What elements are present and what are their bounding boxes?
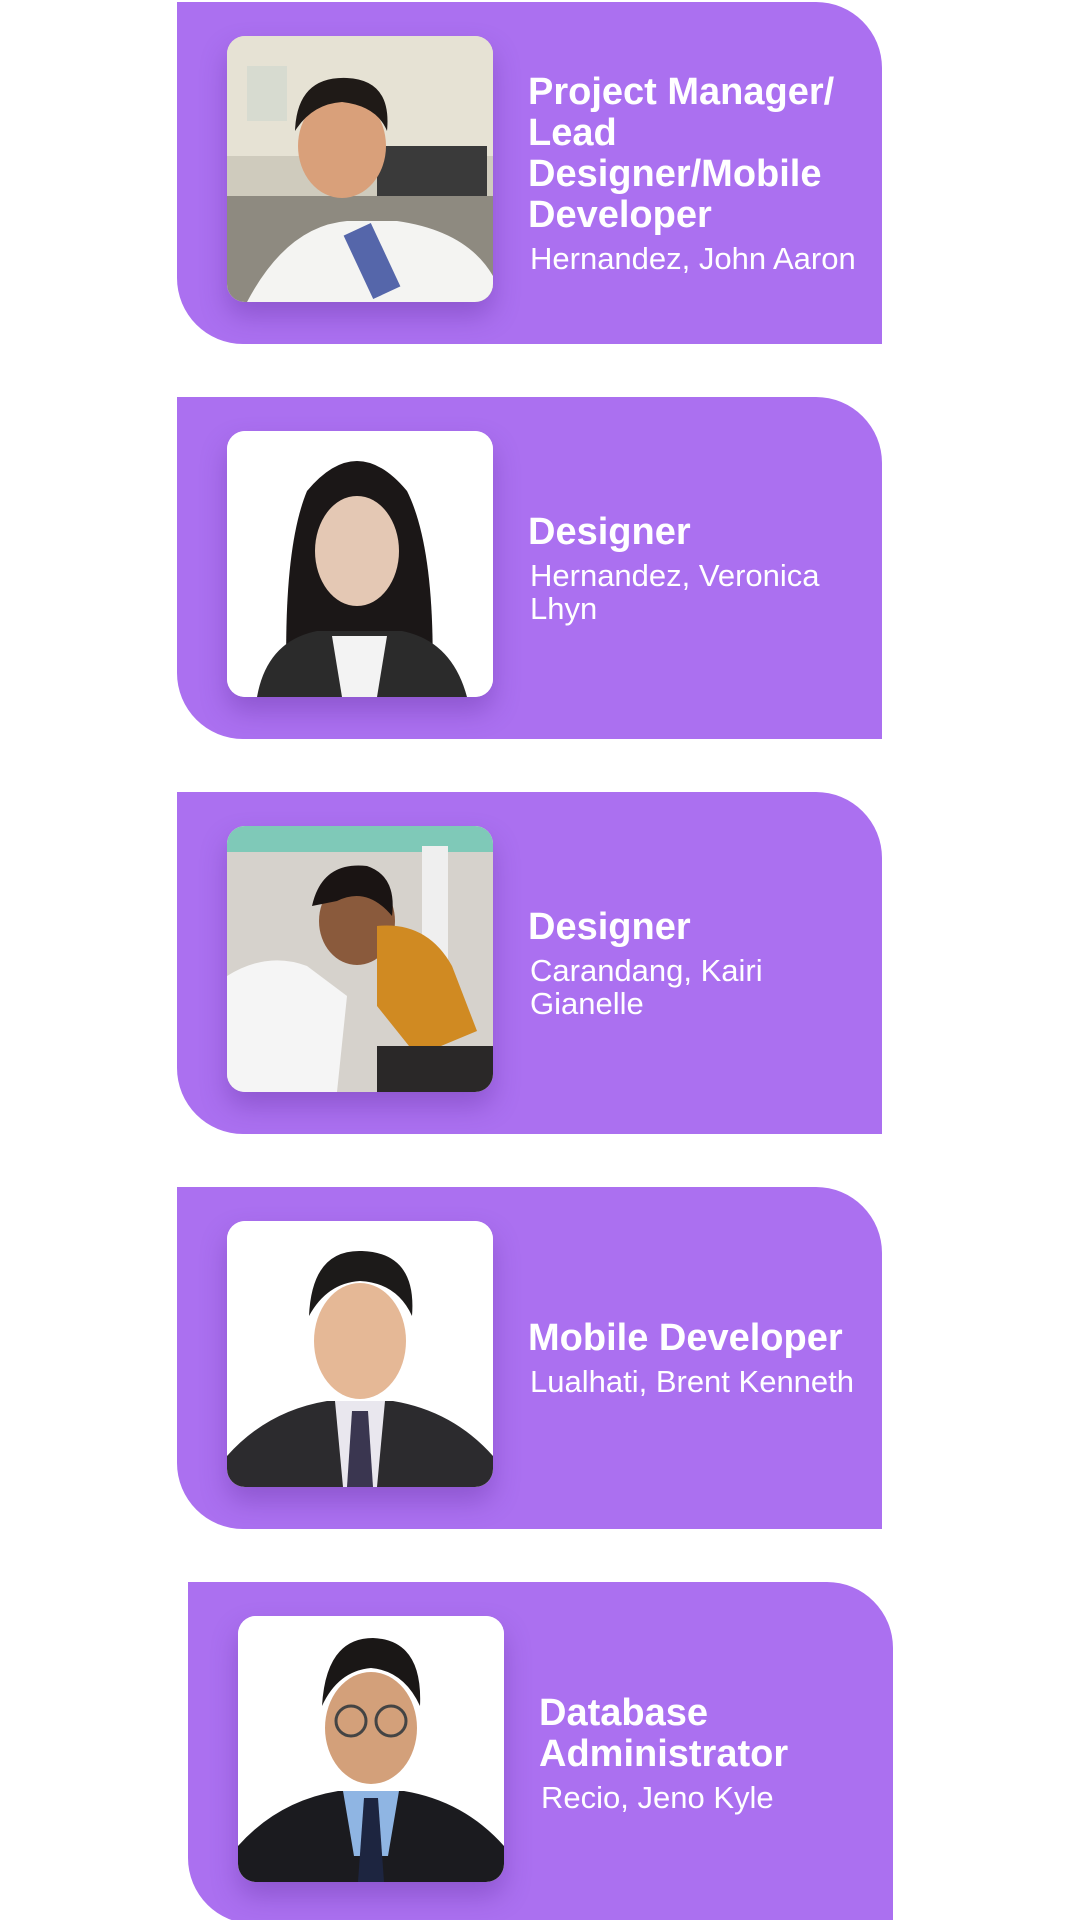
member-role: Project Manager/ Lead Designer/Mobile De… (528, 70, 835, 236)
member-name: Lualhati, Brent Kenneth (530, 1364, 855, 1399)
member-name: Carandang, Kairi Gianelle (530, 952, 763, 1021)
member-role: Designer (528, 905, 691, 948)
member-role: Mobile Developer (528, 1317, 843, 1359)
team-member-card: Mobile Developer Lualhati, Brent Kenneth (177, 1187, 882, 1529)
team-member-card: Database Administrator Recio, Jeno Kyle (188, 1582, 893, 1920)
member-photo (227, 1221, 493, 1487)
team-member-card: Designer Carandang, Kairi Gianelle (177, 792, 882, 1134)
team-member-card: Project Manager/ Lead Designer/Mobile De… (177, 2, 882, 344)
member-role: Database Administrator (539, 1691, 789, 1775)
member-name: Hernandez, Veronica Lhyn (530, 557, 820, 626)
photo-portrait-icon (227, 431, 493, 697)
photo-portrait-icon (227, 1221, 493, 1487)
member-role: Designer (528, 510, 691, 553)
member-name: Hernandez, John Aaron (530, 240, 856, 276)
photo-selfie-icon (227, 36, 493, 302)
team-member-card: Designer Hernandez, Veronica Lhyn (177, 397, 882, 739)
member-photo (227, 826, 493, 1092)
member-photo (227, 431, 493, 697)
member-info: Database Administrator Recio, Jeno Kyle (539, 1582, 873, 1920)
member-photo (238, 1616, 504, 1882)
member-info: Designer Carandang, Kairi Gianelle (528, 792, 862, 1134)
member-info: Designer Hernandez, Veronica Lhyn (528, 397, 862, 739)
member-info: Mobile Developer Lualhati, Brent Kenneth (528, 1187, 862, 1529)
member-photo (227, 36, 493, 302)
team-members-page: Project Manager/ Lead Designer/Mobile De… (0, 0, 1080, 1920)
member-name: Recio, Jeno Kyle (541, 1779, 774, 1815)
member-info: Project Manager/ Lead Designer/Mobile De… (528, 2, 862, 344)
photo-portrait-icon (238, 1616, 504, 1882)
photo-candid-icon (227, 826, 493, 1092)
